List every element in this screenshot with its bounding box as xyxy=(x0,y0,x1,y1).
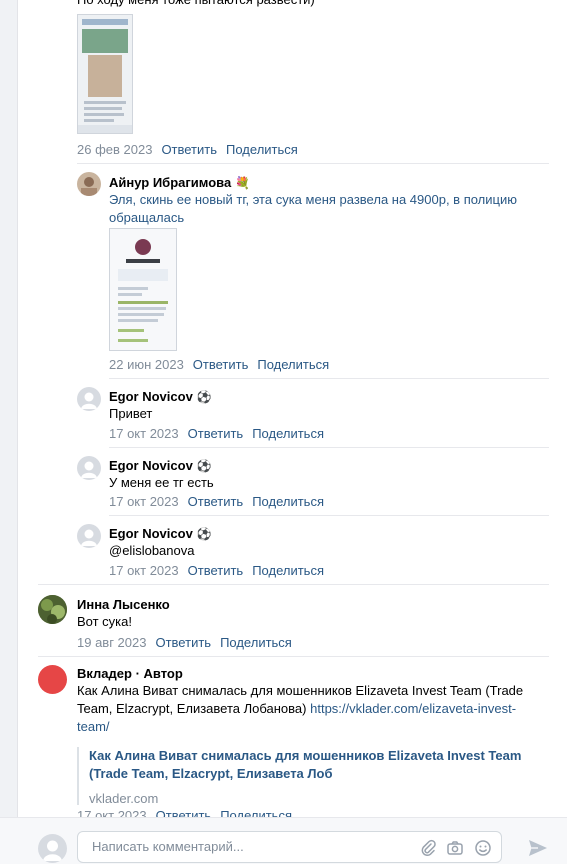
comment-author[interactable]: Egor Novicov ⚽ xyxy=(109,458,212,473)
comment-date: 19 авг 2023 xyxy=(77,635,147,650)
reply-button[interactable]: Ответить xyxy=(155,635,211,650)
screenshot-preview-image xyxy=(78,15,132,133)
comment-text: @elislobanova xyxy=(109,543,195,558)
comment-date: 26 фев 2023 xyxy=(77,142,153,157)
reply-button[interactable]: Ответить xyxy=(188,494,244,509)
divider xyxy=(38,656,549,657)
divider xyxy=(77,163,549,164)
comment-text: Вот сука! xyxy=(77,614,132,629)
comment-text: Привет xyxy=(109,406,153,421)
divider xyxy=(109,447,549,448)
attach-icon[interactable] xyxy=(419,839,437,860)
screenshot-preview-image xyxy=(110,229,176,350)
badge-icon: ⚽ xyxy=(196,459,212,473)
comment-meta: 22 июн 2023 Ответить Поделиться xyxy=(109,357,329,372)
share-button[interactable]: Поделиться xyxy=(252,563,324,578)
avatar[interactable] xyxy=(77,524,101,548)
comment-date: 22 июн 2023 xyxy=(109,357,184,372)
share-button[interactable]: Поделиться xyxy=(252,494,324,509)
camera-icon[interactable] xyxy=(446,839,464,860)
share-button[interactable]: Поделиться xyxy=(252,426,324,441)
current-user-avatar xyxy=(38,834,67,863)
comment-author[interactable]: Айнур Ибрагимова 💐 xyxy=(109,175,250,190)
comment-date: 17 окт 2023 xyxy=(109,563,179,578)
comment-date: 17 окт 2023 xyxy=(109,494,179,509)
divider xyxy=(109,378,549,379)
emoji-icon[interactable] xyxy=(474,839,492,860)
avatar[interactable] xyxy=(77,456,101,480)
avatar[interactable] xyxy=(38,665,67,694)
divider xyxy=(109,515,549,516)
link-preview[interactable]: Как Алина Виват снималась для мошенников… xyxy=(77,747,534,806)
comment-meta: 17 окт 2023 Ответить Поделиться xyxy=(109,563,324,578)
comment-author[interactable]: Egor Novicov ⚽ xyxy=(109,526,212,541)
avatar[interactable] xyxy=(38,595,67,624)
comment-text: Эля, скинь ее новый тг, эта сука меня ра… xyxy=(109,192,517,225)
comment-date: 17 окт 2023 xyxy=(109,426,179,441)
avatar[interactable] xyxy=(77,172,101,196)
link-preview-title[interactable]: Как Алина Виват снималась для мошенников… xyxy=(89,747,534,783)
comment-meta: 17 окт 2023 Ответить Поделиться xyxy=(109,494,324,509)
top-comment-meta: 26 фев 2023 Ответить Поделиться xyxy=(77,142,298,157)
link-preview-host: vklader.com xyxy=(89,791,159,806)
comment-meta: 19 авг 2023 Ответить Поделиться xyxy=(77,635,292,650)
comment-text: Как Алина Виват снималась для мошенников… xyxy=(77,683,524,734)
comment-author[interactable]: Вкладер · Автор xyxy=(77,666,183,681)
comment-meta: 17 окт 2023 Ответить Поделиться xyxy=(109,426,324,441)
badge-icon: 💐 xyxy=(235,176,251,190)
top-comment-screenshot[interactable] xyxy=(77,14,133,134)
send-icon[interactable] xyxy=(527,838,549,861)
share-button[interactable]: Поделиться xyxy=(226,142,298,157)
top-comment-text: По ходу меня тоже пытаются развести) xyxy=(77,0,537,9)
reply-button[interactable]: Ответить xyxy=(193,357,249,372)
comment-input[interactable] xyxy=(90,838,394,855)
avatar[interactable] xyxy=(77,387,101,411)
divider xyxy=(38,584,549,585)
reply-button[interactable]: Ответить xyxy=(188,426,244,441)
comment-author[interactable]: Egor Novicov ⚽ xyxy=(109,389,212,404)
comment-author[interactable]: Инна Лысенко xyxy=(77,597,170,612)
reply-screenshot[interactable] xyxy=(109,228,177,351)
reply-button[interactable]: Ответить xyxy=(161,142,217,157)
comment-input-box[interactable] xyxy=(77,831,502,863)
badge-icon: ⚽ xyxy=(196,527,212,541)
badge-icon: ⚽ xyxy=(196,390,212,404)
share-button[interactable]: Поделиться xyxy=(257,357,329,372)
comment-text: У меня ее тг есть xyxy=(109,475,214,490)
reply-button[interactable]: Ответить xyxy=(188,563,244,578)
share-button[interactable]: Поделиться xyxy=(220,635,292,650)
